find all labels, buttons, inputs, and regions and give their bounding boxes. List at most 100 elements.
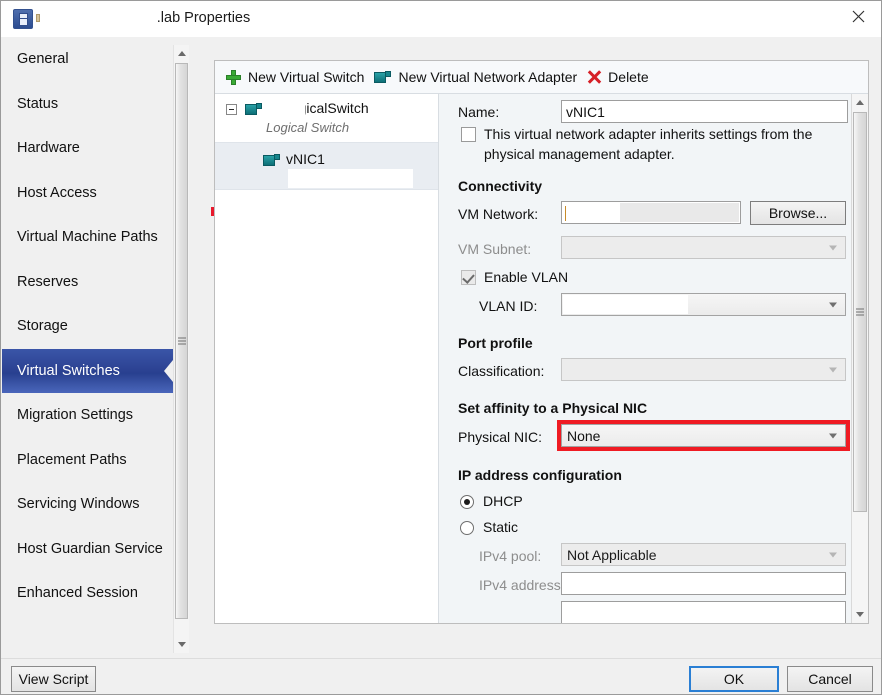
sidebar-item-label: Virtual Machine Paths [17,229,158,246]
classification-select[interactable] [561,358,846,381]
dhcp-radio[interactable] [460,495,474,509]
classification-label: Classification: [458,363,545,379]
sidebar-item-label: Status [17,95,59,112]
sidebar-item-label: Host Guardian Service [17,540,163,557]
grip-icon [177,337,186,345]
sidebar-item-label: Enhanced Session [17,585,138,602]
enable-vlan-checkbox[interactable] [461,270,476,285]
affinity-header: Set affinity to a Physical NIC [458,400,648,416]
dialog-footer: View Script OK Cancel [1,658,881,694]
switch-tree: LogicalSwitch Logical Switch vNIC1 [215,94,439,623]
vm-network-input[interactable] [561,201,741,224]
cancel-button[interactable]: Cancel [787,666,873,692]
name-input[interactable]: vNIC1 [561,100,848,123]
selection-chevron-icon [164,359,173,382]
sidebar-item-reserves[interactable]: Reserves [2,260,173,305]
tree-item-subtitle: Logical Switch [266,120,350,135]
scrollbar-thumb[interactable] [853,112,867,512]
vm-subnet-select[interactable] [561,236,846,259]
enable-vlan-label: Enable VLAN [484,269,569,285]
adapter-settings-form: Name: vNIC1 This virtual network adapter… [439,94,868,623]
chevron-down-icon [829,433,837,438]
redaction-mask [283,99,305,116]
title-bar: .lab Properties [1,1,881,37]
sidebar-item-label: General [17,51,69,68]
sidebar-item-label: Hardware [17,140,80,157]
sidebar-item-enhanced-session[interactable]: Enhanced Session [2,571,173,616]
vlan-id-select[interactable] [561,293,846,316]
chevron-down-icon [829,245,837,250]
scroll-up-icon[interactable] [174,45,189,62]
virtual-switches-panel: New Virtual Switch New Virtual Network A… [214,60,869,624]
connectivity-header: Connectivity [458,178,543,194]
delete-button[interactable]: Delete [585,65,656,90]
sidebar-nav: General Status Hardware Host Access Virt… [2,37,173,659]
sidebar-item-host-access[interactable]: Host Access [2,171,173,216]
sidebar-scrollbar[interactable] [173,45,189,653]
sidebar-item-placement-paths[interactable]: Placement Paths [2,438,173,483]
sidebar-item-label: Migration Settings [17,407,134,424]
delete-x-icon [587,70,601,84]
form-scrollbar[interactable] [851,94,868,623]
sidebar-item-label: Host Access [17,184,97,201]
sidebar-item-hardware[interactable]: Hardware [2,126,173,171]
sidebar-item-label: Storage [17,318,68,335]
browse-button[interactable]: Browse... [750,201,846,225]
ip-config-header: IP address configuration [458,467,622,483]
field-mask [620,203,739,222]
static-radio[interactable] [460,521,474,535]
tree-item-logical-switch[interactable]: LogicalSwitch Logical Switch [215,94,438,142]
new-virtual-switch-button[interactable]: New Virtual Switch [224,65,372,90]
scroll-down-icon[interactable] [174,636,189,653]
scroll-down-icon[interactable] [852,606,868,623]
physical-nic-select[interactable]: None [561,424,846,447]
sidebar-item-migration-settings[interactable]: Migration Settings [2,393,173,438]
view-script-button[interactable]: View Script [11,666,96,692]
vm-network-label: VM Network: [458,206,539,222]
ipv4-address-input[interactable] [561,572,846,595]
scroll-up-icon[interactable] [852,94,868,111]
sidebar-item-servicing-windows[interactable]: Servicing Windows [2,482,173,527]
new-virtual-network-adapter-label: New Virtual Network Adapter [398,69,578,85]
field-mask [563,295,688,314]
sidebar-item-virtual-machine-paths[interactable]: Virtual Machine Paths [2,215,173,260]
sidebar-item-label: Virtual Switches [17,362,120,379]
virtual-nic-icon [263,154,280,167]
network-adapter-icon [374,70,392,84]
sidebar-item-host-guardian-service[interactable]: Host Guardian Service [2,527,173,572]
new-virtual-switch-label: New Virtual Switch [248,69,365,85]
dhcp-label: DHCP [483,493,523,509]
sidebar-item-virtual-switches[interactable]: Virtual Switches [2,348,173,393]
panel-toolbar: New Virtual Switch New Virtual Network A… [215,61,868,94]
text-caret [565,206,566,221]
window-title: .lab Properties [156,10,251,26]
ipv4-extra-input[interactable] [561,601,846,623]
port-profile-header: Port profile [458,335,533,351]
chevron-down-icon [829,552,837,557]
sidebar-item-label: Reserves [17,273,79,290]
ipv4-pool-select[interactable]: Not Applicable [561,543,846,566]
grip-icon [856,308,864,316]
sidebar-item-status[interactable]: Status [2,82,173,127]
inherit-settings-label-line1: This virtual network adapter inherits se… [484,126,813,142]
redaction-mask [288,169,413,188]
vlan-id-label: VLAN ID: [479,298,538,314]
chevron-down-icon [829,302,837,307]
tree-item-vnic1[interactable]: vNIC1 [215,142,438,190]
plus-icon [226,69,241,85]
new-virtual-network-adapter-button[interactable]: New Virtual Network Adapter [372,65,585,90]
inherit-settings-checkbox[interactable] [461,127,476,142]
static-label: Static [483,519,519,535]
collapse-icon[interactable] [226,104,237,115]
logical-switch-icon [245,103,262,116]
sidebar-item-storage[interactable]: Storage [2,304,173,349]
vm-subnet-label: VM Subnet: [458,241,532,257]
tree-item-label: vNIC1 [286,151,325,167]
properties-dialog: .lab Properties General Status Hardware … [0,0,882,695]
sidebar-item-general[interactable]: General [2,37,173,82]
sidebar-item-label: Servicing Windows [17,496,140,513]
scrollbar-thumb[interactable] [175,63,188,619]
name-label: Name: [458,104,500,120]
ok-button[interactable]: OK [689,666,779,692]
close-icon[interactable] [835,1,881,32]
